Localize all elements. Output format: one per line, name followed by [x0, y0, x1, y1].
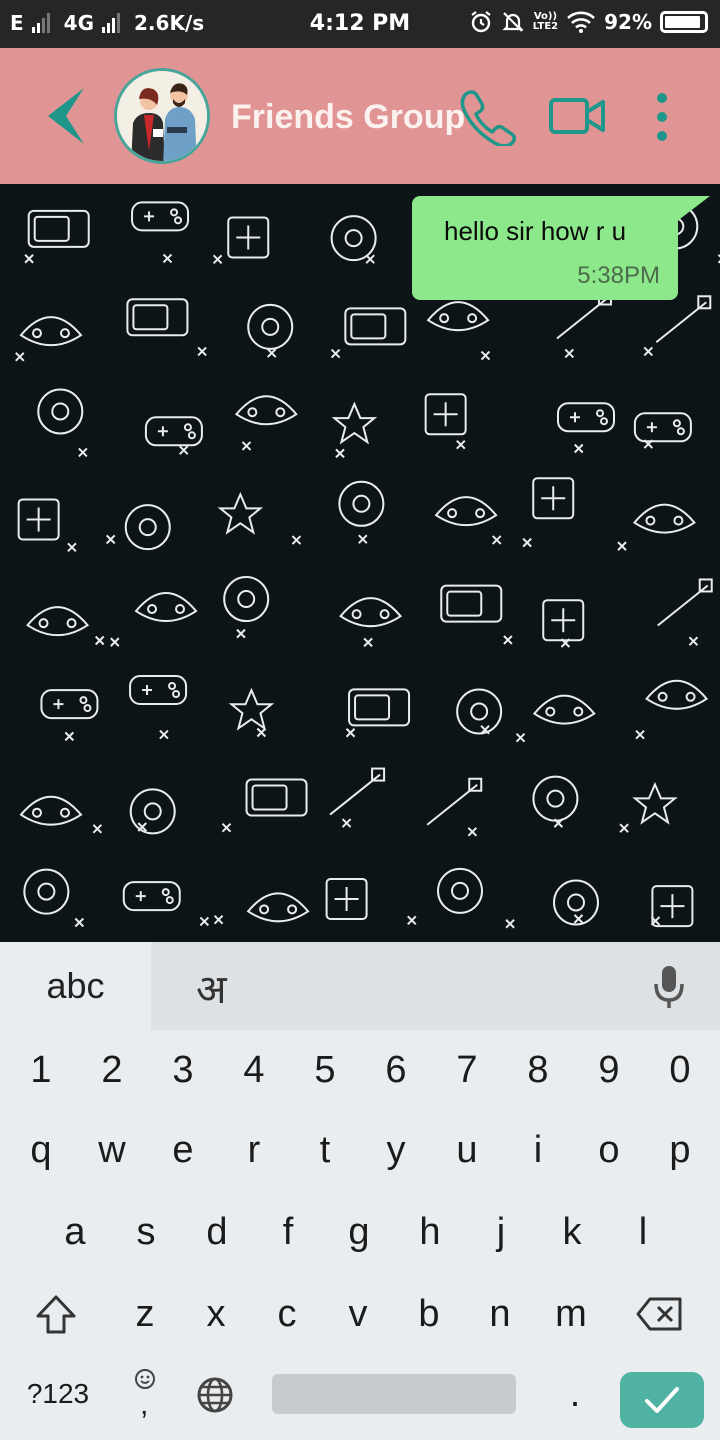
more-options-icon[interactable]	[650, 92, 674, 142]
key-o[interactable]: o	[574, 1110, 644, 1190]
symbols-key[interactable]: ?123	[20, 1354, 96, 1434]
key-t[interactable]: t	[290, 1110, 360, 1190]
key-k[interactable]: k	[537, 1192, 607, 1272]
keyboard: abc अ 1234567890 qwertyuiop asdfghjkl zx…	[0, 942, 720, 1440]
key-row-numbers: 1234567890	[0, 1030, 720, 1110]
mute-icon	[502, 12, 524, 32]
status-right: Vo)) LTE2 92%	[469, 10, 708, 34]
key-row-bottom: ?123 , .	[0, 1354, 720, 1434]
key-row-1: qwertyuiop	[0, 1110, 720, 1190]
key-6[interactable]: 6	[361, 1030, 431, 1110]
key-0[interactable]: 0	[645, 1030, 715, 1110]
wifi-icon	[567, 11, 596, 33]
key-3[interactable]: 3	[148, 1030, 218, 1110]
key-z[interactable]: z	[110, 1274, 180, 1354]
microphone-icon[interactable]	[652, 964, 686, 1010]
key-m[interactable]: m	[536, 1274, 606, 1354]
key-p[interactable]: p	[645, 1110, 715, 1190]
key-f[interactable]: f	[253, 1192, 323, 1272]
enter-key[interactable]	[620, 1372, 704, 1428]
phone-call-icon[interactable]	[458, 88, 520, 146]
back-arrow-icon[interactable]	[44, 86, 90, 146]
key-e[interactable]: e	[148, 1110, 218, 1190]
group-name[interactable]: Friends Group	[231, 98, 465, 137]
key-x[interactable]: x	[181, 1274, 251, 1354]
key-a[interactable]: a	[40, 1192, 110, 1272]
key-s[interactable]: s	[111, 1192, 181, 1272]
key-1[interactable]: 1	[6, 1030, 76, 1110]
volte-indicator: Vo)) LTE2	[533, 12, 558, 32]
check-icon	[645, 1387, 679, 1413]
space-bar[interactable]	[272, 1374, 516, 1414]
key-r[interactable]: r	[219, 1110, 289, 1190]
key-c[interactable]: c	[252, 1274, 322, 1354]
key-w[interactable]: w	[77, 1110, 147, 1190]
key-4[interactable]: 4	[219, 1030, 289, 1110]
key-row-3: zxcvbnm	[0, 1274, 720, 1354]
status-bar: E 4G 2.6K/s 4:12 PM Vo)) LTE2 92%	[0, 0, 720, 48]
globe-icon[interactable]	[196, 1376, 234, 1414]
emoji-icon	[135, 1369, 155, 1389]
message-time: 5:38PM	[577, 262, 660, 289]
chat-header: Friends Group	[0, 48, 720, 184]
shift-icon[interactable]	[34, 1294, 78, 1336]
battery-fill	[665, 16, 700, 28]
comma-label: ,	[140, 1388, 149, 1421]
message-bubble-tail	[676, 196, 710, 222]
key-d[interactable]: d	[182, 1192, 252, 1272]
battery-percent: 92%	[604, 10, 652, 34]
emoji-comma-key[interactable]: ,	[110, 1354, 180, 1434]
video-call-icon[interactable]	[548, 94, 606, 138]
alarm-icon	[471, 11, 491, 33]
key-b[interactable]: b	[394, 1274, 464, 1354]
key-2[interactable]: 2	[77, 1030, 147, 1110]
backspace-icon[interactable]	[636, 1296, 684, 1332]
group-avatar[interactable]	[114, 68, 210, 164]
key-u[interactable]: u	[432, 1110, 502, 1190]
key-i[interactable]: i	[503, 1110, 573, 1190]
period-key[interactable]: .	[540, 1354, 610, 1434]
keyboard-tab-hindi[interactable]: अ	[196, 960, 227, 1015]
volte-line2: LTE2	[532, 21, 559, 32]
key-j[interactable]: j	[466, 1192, 536, 1272]
key-n[interactable]: n	[465, 1274, 535, 1354]
keyboard-toolbar: abc अ	[0, 942, 720, 1030]
message-text: hello sir how r u	[444, 216, 627, 246]
chat-area[interactable]: hello sir how r u 5:38PM	[0, 184, 720, 942]
key-9[interactable]: 9	[574, 1030, 644, 1110]
key-g[interactable]: g	[324, 1192, 394, 1272]
battery-icon	[660, 11, 708, 33]
key-y[interactable]: y	[361, 1110, 431, 1190]
message-bubble-outgoing[interactable]: hello sir how r u 5:38PM	[412, 196, 678, 300]
key-row-2: asdfghjkl	[0, 1192, 720, 1272]
key-7[interactable]: 7	[432, 1030, 502, 1110]
key-q[interactable]: q	[6, 1110, 76, 1190]
avatar-illustration	[117, 71, 207, 161]
key-l[interactable]: l	[608, 1192, 678, 1272]
key-5[interactable]: 5	[290, 1030, 360, 1110]
key-v[interactable]: v	[323, 1274, 393, 1354]
key-h[interactable]: h	[395, 1192, 465, 1272]
key-8[interactable]: 8	[503, 1030, 573, 1110]
keyboard-tab-abc[interactable]: abc	[0, 942, 151, 1030]
